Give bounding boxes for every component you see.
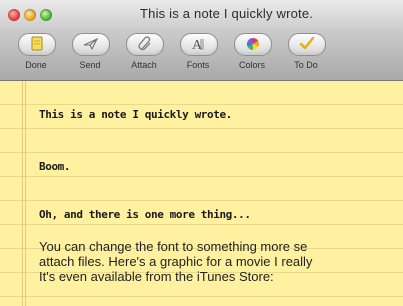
send-icon xyxy=(83,37,99,51)
attach-pill[interactable] xyxy=(126,33,164,56)
fonts-icon: A xyxy=(192,38,204,52)
send-label: Send xyxy=(79,60,101,70)
title-bar[interactable]: This is a note I quickly wrote. xyxy=(0,0,403,28)
zoom-button[interactable] xyxy=(40,9,52,21)
send-button[interactable]: Send xyxy=(68,33,122,79)
todo-label: To Do xyxy=(294,60,318,70)
paperclip-icon xyxy=(138,36,151,51)
fonts-button[interactable]: A Fonts xyxy=(176,33,230,79)
margin-line xyxy=(22,81,23,306)
margin-line xyxy=(25,81,26,306)
note-line: Boom. xyxy=(39,160,71,173)
minimize-button[interactable] xyxy=(24,9,36,21)
attach-label: Attach xyxy=(131,60,157,70)
note-body[interactable]: This is a note I quickly wrote. Boom. Oh… xyxy=(0,81,403,306)
fonts-label: Fonts xyxy=(186,60,210,70)
colors-pill[interactable] xyxy=(234,33,272,56)
done-pill[interactable] xyxy=(18,33,56,56)
note-paragraph-line: attach files. Here's a graphic for a mov… xyxy=(39,254,313,269)
note-line: Oh, and there is one more thing... xyxy=(39,208,251,221)
fonts-pill[interactable]: A xyxy=(180,33,218,56)
color-wheel-icon xyxy=(246,38,260,50)
note-paragraph-line: It's even available from the iTunes Stor… xyxy=(39,269,274,284)
todo-button[interactable]: To Do xyxy=(284,33,338,79)
colors-button[interactable]: Colors xyxy=(230,33,284,79)
note-icon xyxy=(31,36,43,51)
done-label: Done xyxy=(25,60,47,70)
colors-label: Colors xyxy=(238,60,265,70)
close-button[interactable] xyxy=(8,9,20,21)
note-paragraph-line: You can change the font to something mor… xyxy=(39,239,308,254)
note-heading-line: This is a note I quickly wrote. xyxy=(39,108,232,121)
done-button[interactable]: Done xyxy=(14,33,68,79)
attach-button[interactable]: Attach xyxy=(122,33,176,79)
toolbar: Done Send Attach A Fonts Colors To Do xyxy=(0,28,403,81)
window-title: This is a note I quickly wrote. xyxy=(140,6,314,21)
notes-window: This is a note I quickly wrote. Done Sen… xyxy=(0,0,403,306)
checkmark-icon xyxy=(299,36,315,50)
todo-pill[interactable] xyxy=(288,33,326,56)
send-pill[interactable] xyxy=(72,33,110,56)
